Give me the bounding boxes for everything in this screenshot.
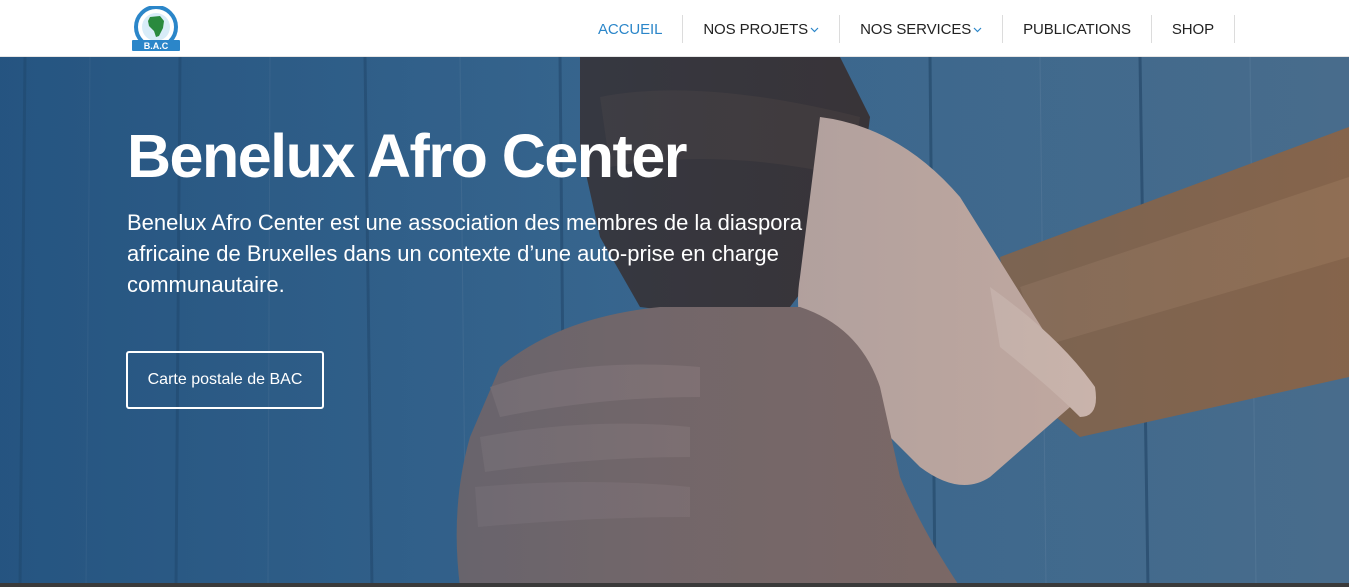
nav-item-label: NOS PROJETS [703, 20, 809, 38]
main-nav: ACCUEIL NOS PROJETS NOS SERVICES PUBLICA… [578, 15, 1235, 43]
nav-item-shop[interactable]: SHOP [1152, 15, 1235, 43]
carte-postale-button[interactable]: Carte postale de BAC [126, 351, 324, 409]
bac-logo-icon[interactable]: B.A.C [130, 5, 182, 52]
nav-item-accueil[interactable]: ACCUEIL [578, 15, 684, 43]
logo-text: B.A.C [144, 41, 169, 51]
site-header: B.A.C ACCUEIL NOS PROJETS NOS SERVICES P… [0, 0, 1349, 57]
nav-item-label: NOS SERVICES [860, 20, 972, 38]
chevron-down-icon [810, 27, 819, 33]
hero-section: Benelux Afro Center Benelux Afro Center … [0, 57, 1349, 587]
hero-title: Benelux Afro Center [127, 122, 688, 190]
nav-item-label: SHOP [1171, 20, 1214, 38]
page-bottom-border [0, 583, 1349, 587]
nav-item-publications[interactable]: PUBLICATIONS [1003, 15, 1152, 43]
nav-item-label: PUBLICATIONS [1023, 20, 1131, 38]
hero-description: Benelux Afro Center est une association … [127, 210, 803, 297]
nav-item-label: ACCUEIL [598, 20, 663, 38]
chevron-down-icon [973, 27, 982, 33]
nav-item-nos-services[interactable]: NOS SERVICES [840, 15, 1004, 43]
button-label: Carte postale de BAC [147, 371, 303, 388]
nav-item-nos-projets[interactable]: NOS PROJETS [683, 15, 841, 43]
